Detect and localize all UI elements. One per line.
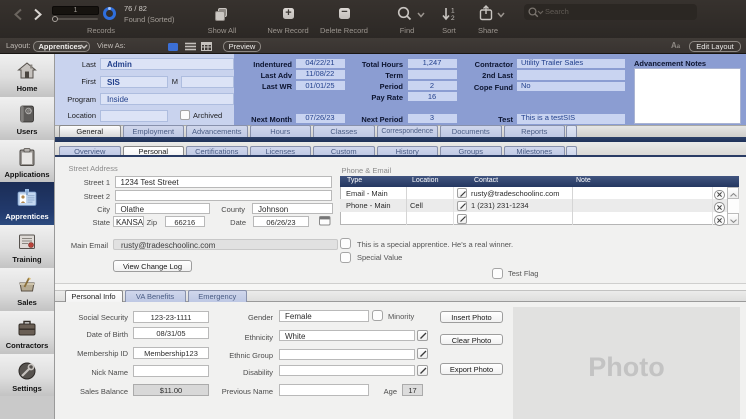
svg-text:@: @ (27, 109, 32, 115)
svg-text:2: 2 (451, 15, 455, 21)
svg-text:1: 1 (451, 8, 455, 15)
